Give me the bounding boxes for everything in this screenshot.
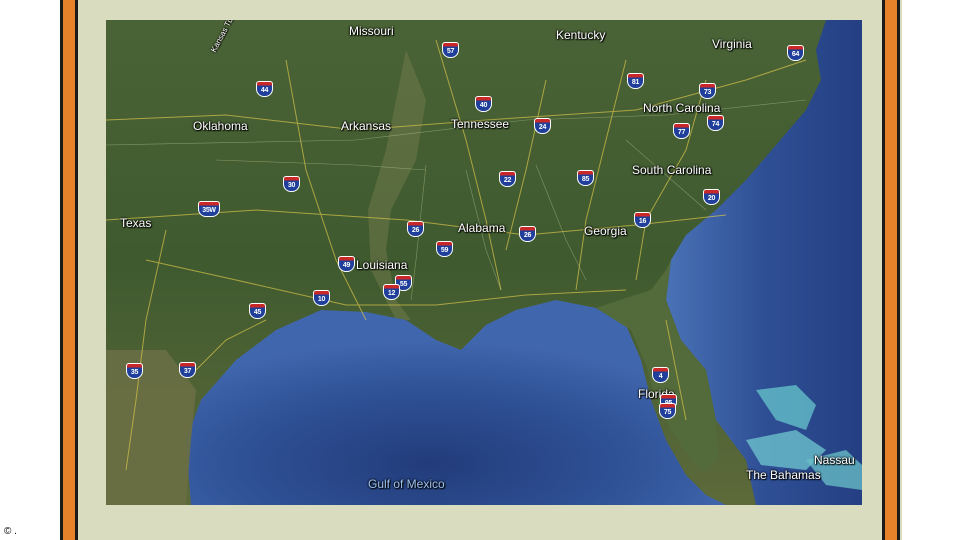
state-label-oklahoma: Oklahoma [193, 119, 248, 133]
state-label-louisiana: Louisiana [356, 258, 408, 272]
state-label-south-carolina: South Carolina [632, 163, 712, 177]
state-label-kentucky: Kentucky [556, 28, 606, 42]
interstate-shield: 74 [707, 115, 724, 131]
interstate-shield: 57 [442, 42, 459, 58]
interstate-shield: 77 [673, 123, 690, 139]
left-frame-bar [60, 0, 78, 540]
state-label-virginia: Virginia [712, 37, 752, 51]
interstate-shield: 16 [634, 212, 651, 228]
water-label-gulf-of-mexico: Gulf of Mexico [368, 477, 445, 491]
map-terrain [106, 20, 862, 505]
state-label-alabama: Alabama [458, 221, 506, 235]
state-label-missouri: Missouri [349, 24, 394, 38]
interstate-shield: 85 [577, 170, 594, 186]
interstate-shield: 44 [256, 81, 273, 97]
state-label-north-carolina: North Carolina [643, 101, 721, 115]
interstate-shield: 26 [407, 221, 424, 237]
interstate-shield: 59 [436, 241, 453, 257]
interstate-shield: 20 [703, 189, 720, 205]
interstate-shield: 64 [787, 45, 804, 61]
interstate-shield: 45 [249, 303, 266, 319]
interstate-shield: 73 [699, 83, 716, 99]
interstate-shield: 24 [534, 118, 551, 134]
interstate-shield: 81 [627, 73, 644, 89]
satellite-map[interactable]: Missouri Kentucky Virginia Oklahoma Arka… [106, 20, 862, 505]
interstate-shield: 30 [283, 176, 300, 192]
interstate-shield: 35W [198, 201, 220, 217]
interstate-shield: 75 [659, 403, 676, 419]
interstate-shield: 49 [338, 256, 355, 272]
state-label-texas: Texas [120, 216, 152, 230]
interstate-shield: 37 [179, 362, 196, 378]
interstate-shield: 10 [313, 290, 330, 306]
place-label-nassau: Nassau [814, 453, 855, 467]
right-frame-bar [882, 0, 900, 540]
place-label-the-bahamas: The Bahamas [746, 468, 821, 482]
copyright-text: © . [4, 526, 17, 537]
state-label-tennessee: Tennessee [451, 117, 510, 131]
interstate-shield: 12 [383, 284, 400, 300]
interstate-shield: 26 [519, 226, 536, 242]
interstate-shield: 4 [652, 367, 669, 383]
state-label-arkansas: Arkansas [341, 119, 392, 133]
state-label-georgia: Georgia [584, 224, 627, 238]
interstate-shield: 22 [499, 171, 516, 187]
interstate-shield: 35 [126, 363, 143, 379]
interstate-shield: 40 [475, 96, 492, 112]
